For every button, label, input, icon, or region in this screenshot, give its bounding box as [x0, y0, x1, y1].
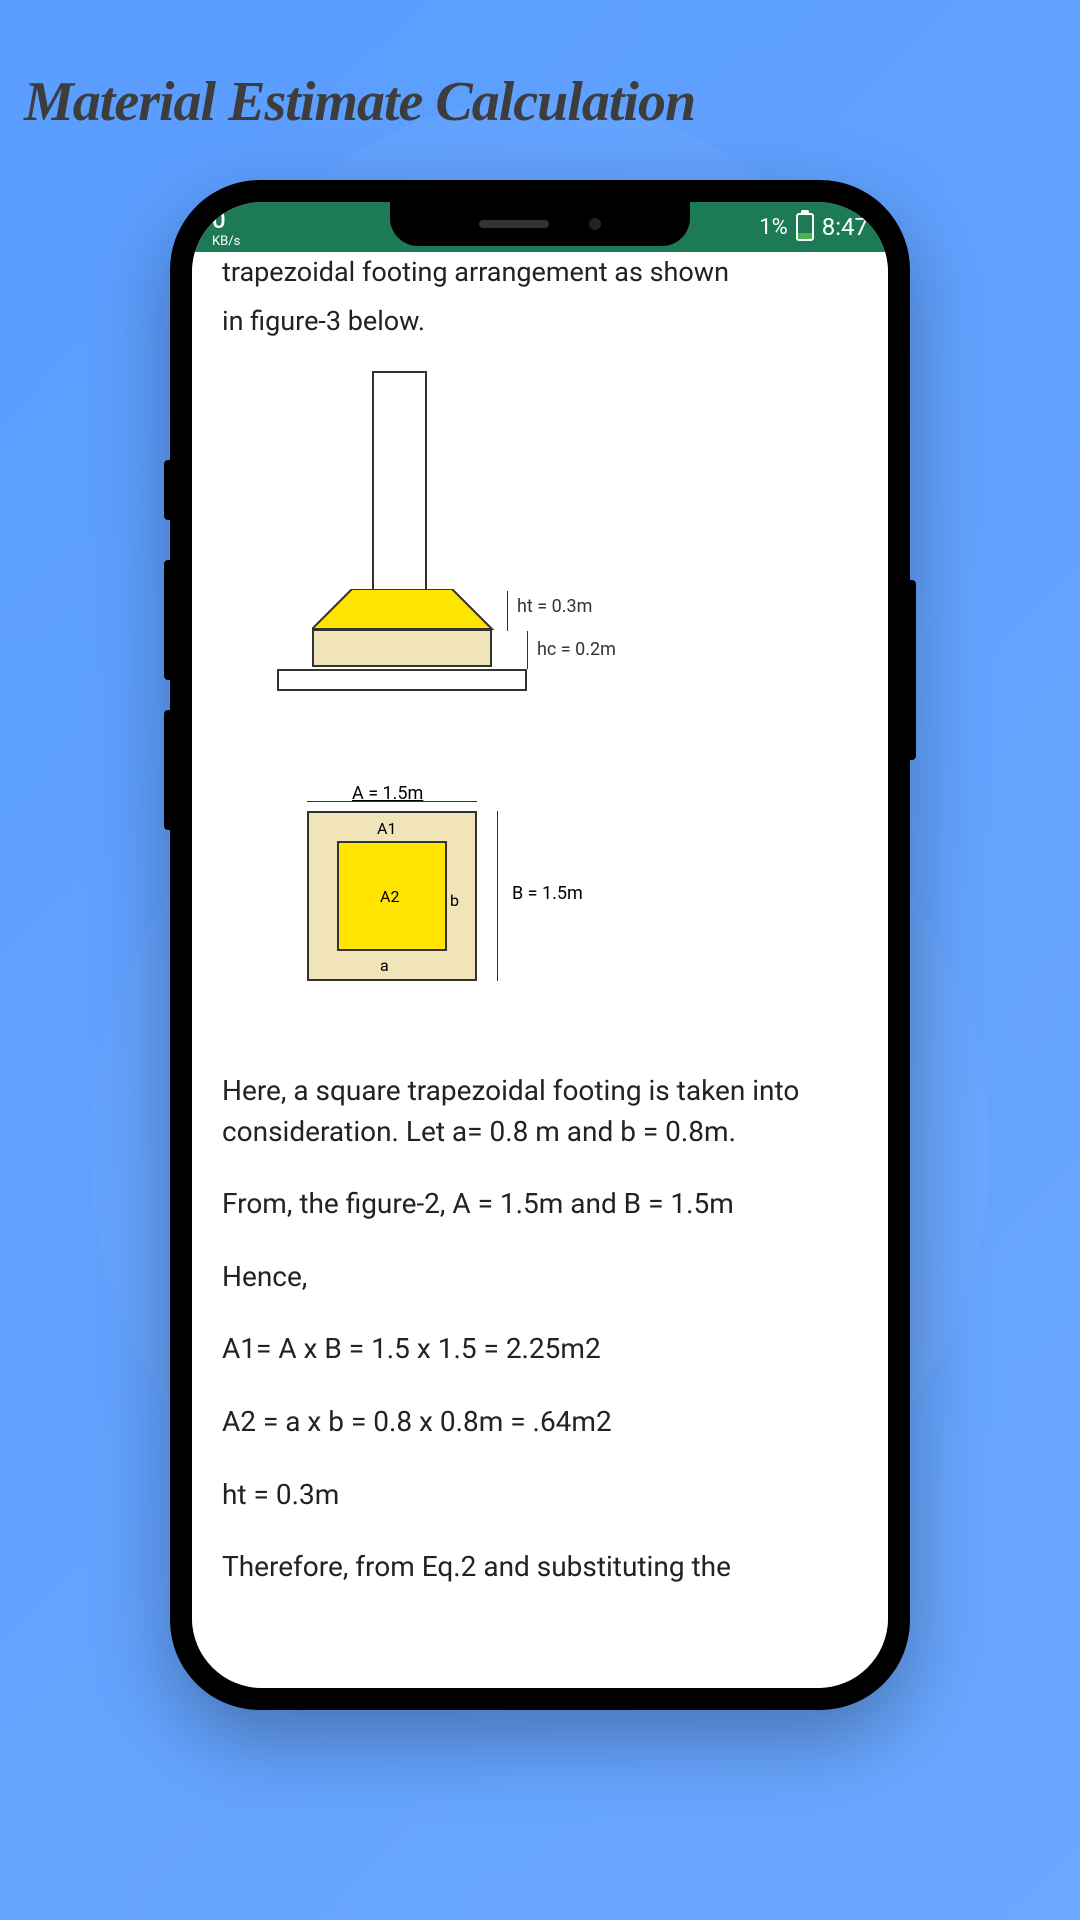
notch-speaker — [479, 220, 549, 228]
diagram-container: ht = 0.3m hc = 0.2m A = 1.5m A1 A2 b a B… — [252, 371, 858, 1031]
dim-ht: ht = 0.3m — [517, 596, 592, 617]
status-right: 1% 8:47 — [759, 213, 868, 241]
notch-camera — [589, 218, 601, 230]
paragraph: Hence, — [222, 1257, 858, 1298]
phone-button-volume-down — [164, 710, 170, 830]
status-time: 8:47 — [822, 213, 868, 241]
status-battery-percent: 1% — [759, 215, 787, 240]
dim-line — [527, 631, 528, 669]
page-title: Material Estimate Calculation — [0, 0, 1080, 134]
partial-text-top: trapezoidal footing arrangement as shown — [222, 252, 858, 293]
footing-top-view: A = 1.5m A1 A2 b a B = 1.5m — [252, 791, 632, 1031]
phone-button-power — [910, 580, 916, 760]
phone-screen: 0 KB/s 1% 8:47 trapezoidal footing arran… — [192, 202, 888, 1688]
dim-line — [497, 811, 498, 981]
status-data-speed: 0 — [212, 206, 240, 234]
content-line: in figure-3 below. — [222, 301, 858, 342]
paragraph: A2 = a x b = 0.8 x 0.8m = .64m2 — [222, 1402, 858, 1443]
paragraph: Therefore, from Eq.2 and substituting th… — [222, 1547, 858, 1588]
battery-fill — [798, 233, 812, 239]
status-left: 0 KB/s — [212, 206, 240, 249]
label-A2: A2 — [380, 887, 399, 906]
footing-side-view: ht = 0.3m hc = 0.2m — [252, 371, 632, 761]
phone-button-silence — [164, 460, 170, 520]
phone-button-volume-up — [164, 560, 170, 680]
content-area[interactable]: trapezoidal footing arrangement as shown… — [192, 252, 888, 1688]
column-shape — [372, 371, 427, 591]
phone-notch — [390, 202, 690, 246]
dim-B: B = 1.5m — [512, 883, 583, 904]
dim-line — [507, 591, 508, 631]
label-b: b — [450, 891, 459, 910]
footing-cuboid — [312, 629, 492, 667]
battery-cap — [801, 210, 809, 213]
dim-hc: hc = 0.2m — [537, 639, 616, 660]
label-a: a — [380, 956, 389, 975]
base-plate — [277, 669, 527, 691]
status-data-speed-unit: KB/s — [212, 234, 240, 249]
paragraph: From, the figure-2, A = 1.5m and B = 1.5… — [222, 1184, 858, 1225]
battery-icon — [796, 213, 814, 241]
paragraph: A1= A x B = 1.5 x 1.5 = 2.25m2 — [222, 1329, 858, 1370]
phone-frame: 0 KB/s 1% 8:47 trapezoidal footing arran… — [170, 180, 910, 1710]
label-A1: A1 — [377, 819, 396, 838]
dim-line — [307, 801, 477, 802]
paragraph: ht = 0.3m — [222, 1475, 858, 1516]
paragraph: Here, a square trapezoidal footing is ta… — [222, 1071, 858, 1152]
